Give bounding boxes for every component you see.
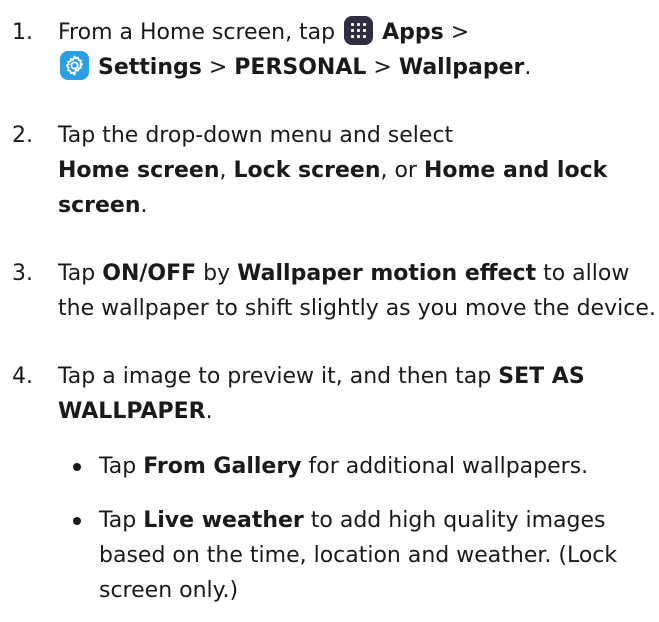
period: .	[205, 399, 213, 424]
instruction-steps: 1. From a Home screen, tap Apps > Settin…	[0, 15, 659, 608]
period: .	[524, 55, 532, 80]
step-number: 2.	[12, 123, 33, 148]
step-text: Tap the drop-down menu and select	[58, 123, 454, 148]
list-item: Tap From Gallery for additional wallpape…	[58, 449, 659, 484]
step-number: 3.	[12, 261, 33, 286]
step-text: From a Home screen, tap	[58, 20, 336, 45]
comma: ,	[219, 158, 227, 183]
or-text: , or	[380, 158, 417, 183]
live-weather-label: Live weather	[143, 508, 304, 533]
wallpaper-label: Wallpaper	[398, 55, 525, 80]
step-2: 2. Tap the drop-down menu and select Hom…	[0, 118, 659, 223]
step-1: 1. From a Home screen, tap Apps > Settin…	[0, 15, 659, 85]
separator: >	[208, 55, 228, 80]
step-4: 4. Tap a image to preview it, and then t…	[0, 359, 659, 608]
sub-list: Tap From Gallery for additional wallpape…	[58, 449, 659, 608]
separator: >	[450, 20, 470, 45]
list-item: Tap Live weather to add high quality ima…	[58, 503, 659, 608]
motion-effect-label: Wallpaper motion effect	[237, 261, 537, 286]
bullet-icon	[73, 463, 81, 471]
onoff-label: ON/OFF	[102, 261, 197, 286]
apps-label: Apps	[382, 20, 444, 45]
lock-screen-label: Lock screen	[233, 158, 381, 183]
step-text: Tap	[58, 261, 96, 286]
step-text: by	[203, 261, 231, 286]
home-screen-label: Home screen	[58, 158, 220, 183]
bullet-icon	[73, 517, 81, 525]
step-number: 1.	[12, 20, 33, 45]
personal-label: PERSONAL	[234, 55, 367, 80]
step-3: 3. Tap ON/OFF by Wallpaper motion effect…	[0, 256, 659, 326]
step-number: 4.	[12, 364, 33, 389]
step-text: Tap a image to preview it, and then tap	[58, 364, 492, 389]
period: .	[140, 193, 148, 218]
from-gallery-label: From Gallery	[143, 454, 302, 479]
apps-icon	[344, 16, 374, 45]
settings-label: Settings	[98, 55, 202, 80]
separator: >	[373, 55, 392, 80]
settings-icon	[60, 51, 89, 80]
